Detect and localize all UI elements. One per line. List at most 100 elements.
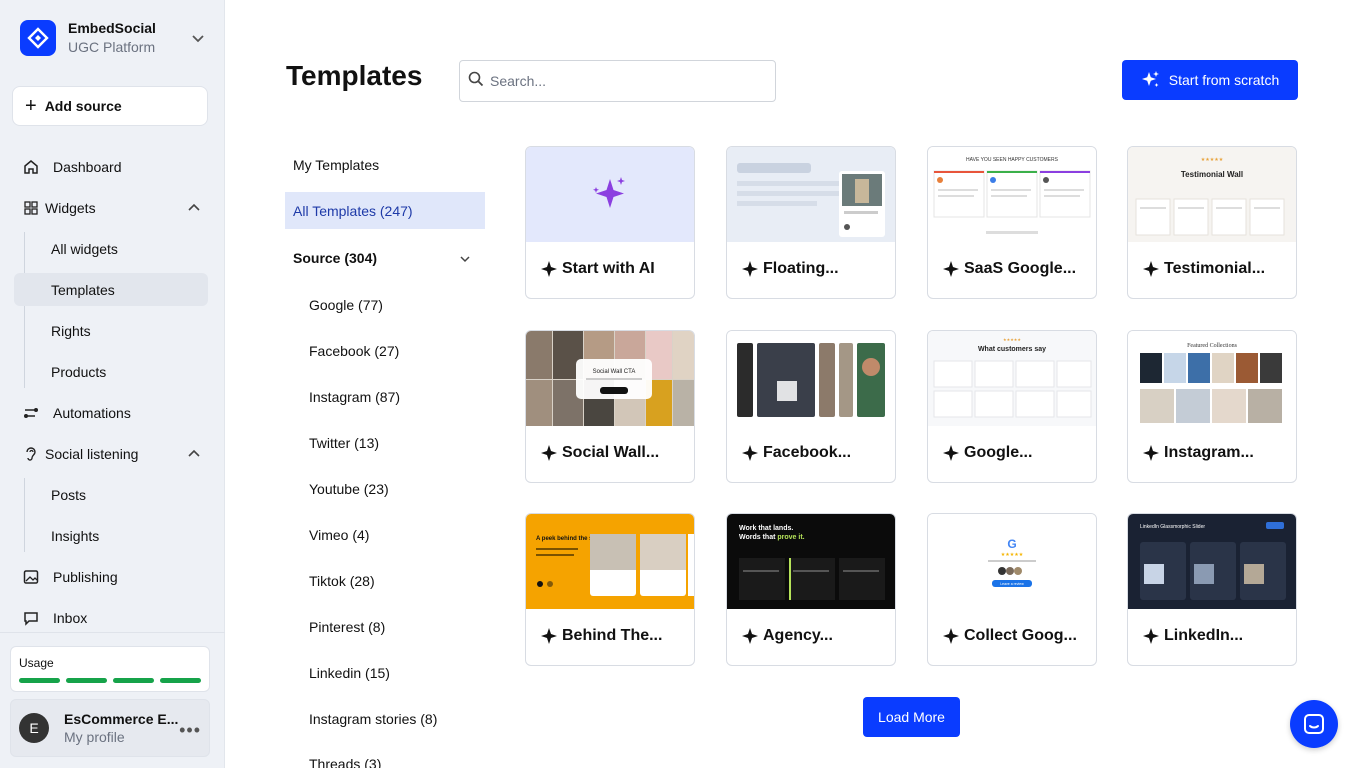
- filter-facebook[interactable]: Facebook (27): [285, 332, 485, 369]
- template-card[interactable]: ★★★★★ Testimonial Wall Testimonial...: [1127, 146, 1297, 299]
- filter-my-templates[interactable]: My Templates: [285, 146, 485, 183]
- template-thumbnail: ★★★★★ Testimonial Wall: [1128, 147, 1296, 242]
- filter-instagram[interactable]: Instagram (87): [285, 378, 485, 415]
- template-thumbnail: [727, 147, 895, 242]
- sidebar-item-automations[interactable]: Automations: [12, 396, 208, 429]
- usage-label: Usage: [19, 656, 54, 670]
- template-card-title: Floating...: [742, 260, 839, 278]
- search-input[interactable]: [490, 73, 760, 89]
- sparkle-icon: [1143, 261, 1159, 277]
- sparkle-icon: [943, 445, 959, 461]
- thumb-title: Work that lands.: [739, 525, 793, 532]
- add-source-button[interactable]: + Add source: [12, 86, 208, 126]
- template-card[interactable]: Facebook...: [726, 330, 896, 483]
- thumb-title: What customers say: [978, 346, 1046, 353]
- template-thumbnail: Social Wall CTA: [526, 331, 694, 426]
- svg-text:★★★★★: ★★★★★: [1201, 157, 1224, 163]
- image-icon: [20, 569, 42, 585]
- sidebar-item-insights[interactable]: Insights: [14, 519, 208, 552]
- template-thumbnail: Featured Collections: [1128, 331, 1296, 426]
- sidebar-item-dashboard[interactable]: Dashboard: [12, 150, 208, 183]
- template-card[interactable]: HAVE YOU SEEN HAPPY CUSTOMERS SaaS Googl…: [927, 146, 1097, 299]
- svg-text:Words that prove it.: Words that prove it.: [739, 534, 805, 541]
- thumb-title: Testimonial Wall: [1181, 170, 1243, 179]
- thumb-title: HAVE YOU SEEN HAPPY CUSTOMERS: [966, 157, 1059, 163]
- template-card-title: Collect Goog...: [943, 627, 1077, 645]
- svg-text:★★★★★: ★★★★★: [1001, 552, 1024, 558]
- sparkle-icon: [742, 628, 758, 644]
- filter-google[interactable]: Google (77): [285, 286, 485, 323]
- template-card[interactable]: Start with AI: [525, 146, 695, 299]
- usage-segment: [66, 678, 107, 683]
- template-card-title: Start with AI: [541, 260, 655, 278]
- sidebar-item-label: Publishing: [53, 568, 118, 585]
- more-icon[interactable]: •••: [179, 720, 201, 741]
- sidebar-item-label: Inbox: [53, 609, 88, 626]
- template-card[interactable]: LinkedIn Glassmorphic Slider LinkedIn...: [1127, 513, 1297, 666]
- template-card[interactable]: A peek behind the scenes Behind The...: [525, 513, 695, 666]
- add-source-label: Add source: [44, 98, 122, 114]
- sparkle-icon: [541, 261, 557, 277]
- sidebar-item-rights[interactable]: Rights: [14, 314, 208, 347]
- template-thumbnail: Work that lands. Words that prove it.: [727, 514, 895, 609]
- sparkle-icon: [742, 445, 758, 461]
- usage-card[interactable]: Usage: [10, 646, 210, 692]
- sparkle-icon: [943, 261, 959, 277]
- workspace-switcher[interactable]: EmbedSocial UGC Platform: [20, 18, 210, 58]
- filter-pinterest[interactable]: Pinterest (8): [285, 608, 485, 645]
- sidebar-item-all-widgets[interactable]: All widgets: [14, 232, 208, 265]
- sidebar-item-social-listening[interactable]: Social listening: [12, 437, 208, 470]
- chevron-up-icon[interactable]: [186, 200, 202, 219]
- template-card[interactable]: ★★★★★ What customers say Google...: [927, 330, 1097, 483]
- page-title: Templates: [286, 60, 423, 91]
- template-thumbnail: [727, 331, 895, 426]
- filter-all-templates[interactable]: All Templates (247): [285, 192, 485, 229]
- filter-linkedin[interactable]: Linkedin (15): [285, 654, 485, 691]
- sidebar-item-templates[interactable]: Templates: [14, 273, 208, 306]
- embedsocial-logo: [20, 20, 56, 56]
- template-card-title: LinkedIn...: [1143, 627, 1243, 645]
- filter-tiktok[interactable]: Tiktok (28): [285, 562, 485, 599]
- template-card[interactable]: Floating...: [726, 146, 896, 299]
- template-thumbnail: LinkedIn Glassmorphic Slider: [1128, 514, 1296, 609]
- template-card-title: Agency...: [742, 627, 833, 645]
- load-more-button[interactable]: Load More: [863, 697, 960, 737]
- template-card-title: Testimonial...: [1143, 260, 1265, 278]
- chevron-up-icon[interactable]: [186, 446, 202, 465]
- template-card[interactable]: Featured Collections Instagram...: [1127, 330, 1297, 483]
- sidebar-item-inbox[interactable]: Inbox: [12, 601, 208, 634]
- template-thumbnail: [526, 147, 694, 242]
- grid-icon: [20, 200, 42, 215]
- search-icon: [468, 71, 484, 92]
- chat-support-button[interactable]: [1290, 700, 1338, 748]
- thumb-title: LinkedIn Glassmorphic Slider: [1140, 524, 1205, 530]
- sidebar-item-products[interactable]: Products: [14, 355, 208, 388]
- filter-vimeo[interactable]: Vimeo (4): [285, 516, 485, 553]
- chevron-down-icon[interactable]: [459, 252, 471, 268]
- sidebar-item-publishing[interactable]: Publishing: [12, 560, 208, 593]
- template-card[interactable]: Work that lands. Words that prove it. Age…: [726, 513, 896, 666]
- template-card[interactable]: G ★★★★★ Leave a review Collect Goog...: [927, 513, 1097, 666]
- sidebar-item-posts[interactable]: Posts: [14, 478, 208, 511]
- filter-youtube[interactable]: Youtube (23): [285, 470, 485, 507]
- filter-threads[interactable]: Threads (3): [285, 745, 485, 768]
- filter-source-label: Source (304): [293, 249, 378, 266]
- template-card-title: Google...: [943, 444, 1032, 462]
- template-thumbnail: HAVE YOU SEEN HAPPY CUSTOMERS: [928, 147, 1096, 242]
- sidebar-item-label: Social listening: [45, 445, 139, 462]
- template-card[interactable]: Social Wall CTA Social Wall...: [525, 330, 695, 483]
- profile-card[interactable]: E EsCommerce E... My profile •••: [10, 699, 210, 757]
- sparkle-icon: [1141, 71, 1159, 87]
- filter-twitter[interactable]: Twitter (13): [285, 424, 485, 461]
- chevron-down-icon[interactable]: [190, 30, 206, 51]
- template-card-title: Social Wall...: [541, 444, 659, 462]
- sidebar-item-label: Widgets: [45, 199, 96, 216]
- template-card-title: Instagram...: [1143, 444, 1254, 462]
- sidebar-item-widgets[interactable]: Widgets: [12, 191, 208, 224]
- start-from-scratch-button[interactable]: Start from scratch: [1122, 60, 1298, 100]
- filter-source[interactable]: Source (304): [285, 239, 485, 276]
- thumb-title: Social Wall CTA: [593, 369, 636, 375]
- filter-instagram-stories[interactable]: Instagram stories (8): [285, 700, 485, 737]
- search-box: [459, 60, 776, 102]
- sidebar: EmbedSocial UGC Platform + Add source Da…: [0, 0, 225, 768]
